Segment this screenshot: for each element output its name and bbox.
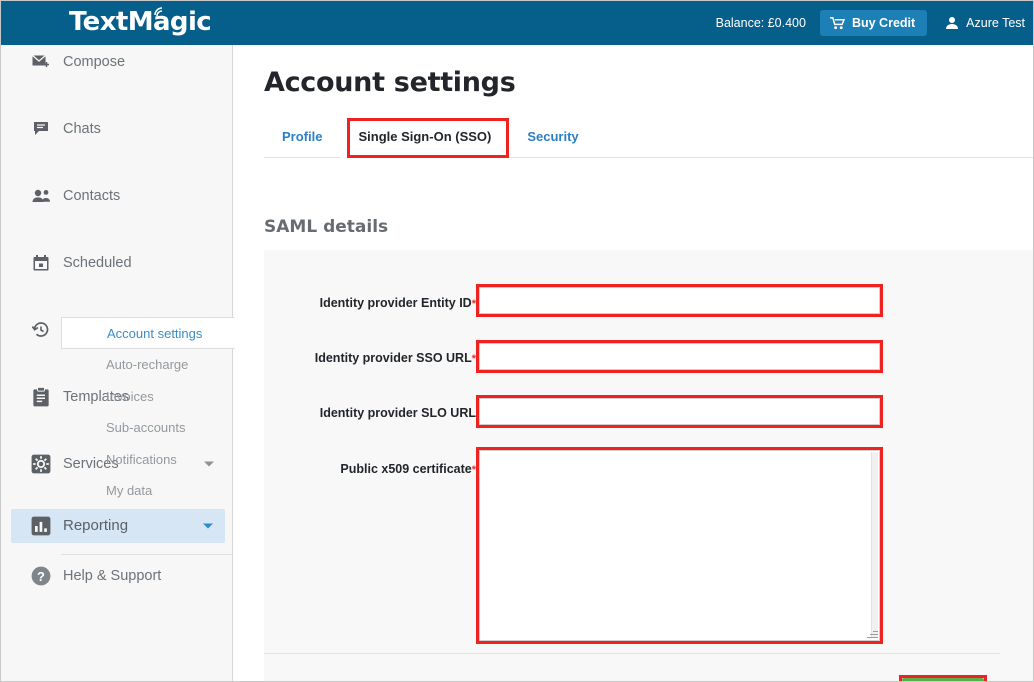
logo-text: TextMagic (69, 7, 211, 37)
tab-security[interactable]: Security (509, 116, 596, 158)
textmagic-logo[interactable]: TextMagic (69, 7, 211, 37)
sidebar-item-sub-accounts[interactable]: Sub-accounts (1, 412, 233, 444)
sidebar-item-chats[interactable]: Chats (1, 112, 232, 146)
tab-single-sign-on[interactable]: Single Sign-On (SSO) (340, 116, 509, 158)
question-circle-icon: ? (31, 566, 51, 586)
label-text: Public x509 certificate (340, 462, 471, 476)
subnav-item-label: Sub-accounts (106, 420, 186, 435)
footer-divider (264, 653, 1000, 654)
page-title: Account settings (264, 67, 515, 98)
sidebar-item-contacts[interactable]: Contacts (1, 179, 232, 213)
contacts-people-icon (31, 186, 51, 206)
user-name-label: Azure Test (966, 16, 1025, 30)
label-text: Identity provider SLO URL (320, 406, 476, 420)
settings-tabs: Profile Single Sign-On (SSO) Security (264, 116, 1034, 158)
input-entity-id[interactable] (476, 284, 883, 317)
subnav-item-label: My data (106, 483, 152, 498)
section-title: SAML details (264, 217, 388, 237)
compose-envelope-icon (31, 52, 51, 72)
person-icon (945, 16, 959, 30)
sidebar-item-notifications[interactable]: Notifications (1, 444, 233, 476)
sidebar-item-label: Contacts (63, 188, 120, 204)
input-inner[interactable] (479, 343, 880, 370)
input-slo-url[interactable] (476, 395, 883, 428)
subnav-item-label: Invoices (106, 389, 154, 404)
tab-label: Security (527, 129, 578, 144)
save-button[interactable]: Save (902, 678, 984, 682)
sidebar-item-label: Compose (63, 54, 125, 70)
shopping-cart-icon (830, 17, 845, 30)
field-label-entity-id: Identity provider Entity ID* (264, 296, 476, 310)
sidebar-item-auto-recharge[interactable]: Auto-recharge (1, 349, 233, 381)
subnav-item-label: Notifications (106, 452, 177, 467)
field-label-x509-certificate: Public x509 certificate* (264, 462, 476, 476)
field-label-slo-url: Identity provider SLO URL (264, 406, 476, 420)
user-menu[interactable]: Azure Test (945, 16, 1025, 30)
textarea-scrollbar[interactable] (871, 452, 878, 637)
sidebar-item-compose[interactable]: Compose (1, 45, 232, 79)
chat-bubble-icon (31, 119, 51, 139)
chevron-down-icon[interactable] (203, 523, 213, 528)
sidebar-divider (61, 554, 233, 555)
sidebar-item-reporting[interactable]: Reporting (11, 509, 225, 543)
buy-credit-label: Buy Credit (852, 16, 915, 30)
left-sidebar: Compose Chats Contacts (1, 45, 233, 682)
sidebar-item-label: Scheduled (63, 255, 132, 271)
label-text: Identity provider SSO URL (315, 351, 472, 365)
tab-profile[interactable]: Profile (264, 116, 340, 158)
buy-credit-button[interactable]: Buy Credit (820, 10, 927, 36)
sidebar-item-help-support[interactable]: ? Help & Support (1, 559, 233, 593)
input-sso-url[interactable] (476, 340, 883, 373)
main-content: Account settings Profile Single Sign-On … (234, 45, 1034, 682)
clock-history-icon (31, 320, 51, 340)
field-label-sso-url: Identity provider SSO URL* (264, 351, 476, 365)
textarea-inner[interactable] (479, 450, 880, 641)
bar-chart-icon (31, 516, 51, 536)
tab-label: Single Sign-On (SSO) (358, 129, 491, 144)
signal-waves-icon (153, 5, 167, 17)
textarea-x509-certificate[interactable] (476, 447, 883, 644)
svg-text:?: ? (37, 569, 45, 584)
sidebar-item-label: Reporting (63, 517, 128, 534)
textarea-resize-handle[interactable] (865, 626, 878, 639)
subnav-item-label: Account settings (107, 326, 202, 341)
sidebar-item-scheduled[interactable]: Scheduled (1, 246, 232, 280)
sidebar-item-my-data[interactable]: My data (1, 475, 233, 507)
input-inner[interactable] (479, 398, 880, 425)
saml-details-form: Identity provider Entity ID* Identity pr… (264, 250, 1034, 682)
sidebar-item-label: Chats (63, 121, 101, 137)
header-right-group: Balance: £0.400 Buy Credit Azure Test (716, 1, 1025, 45)
sidebar-item-invoices[interactable]: Invoices (1, 381, 233, 413)
calendar-icon (31, 253, 51, 273)
subnav-item-label: Auto-recharge (106, 357, 188, 372)
label-text: Identity provider Entity ID (320, 296, 472, 310)
sidebar-item-account-settings[interactable]: Account settings (61, 317, 235, 349)
tab-label: Profile (282, 129, 322, 144)
balance-label: Balance: £0.400 (716, 16, 806, 30)
top-header-bar: TextMagic Balance: £0.400 Buy Credit (1, 1, 1034, 45)
sidebar-item-label: Help & Support (63, 568, 161, 584)
input-inner[interactable] (479, 287, 880, 314)
app-window: TextMagic Balance: £0.400 Buy Credit (0, 0, 1034, 682)
